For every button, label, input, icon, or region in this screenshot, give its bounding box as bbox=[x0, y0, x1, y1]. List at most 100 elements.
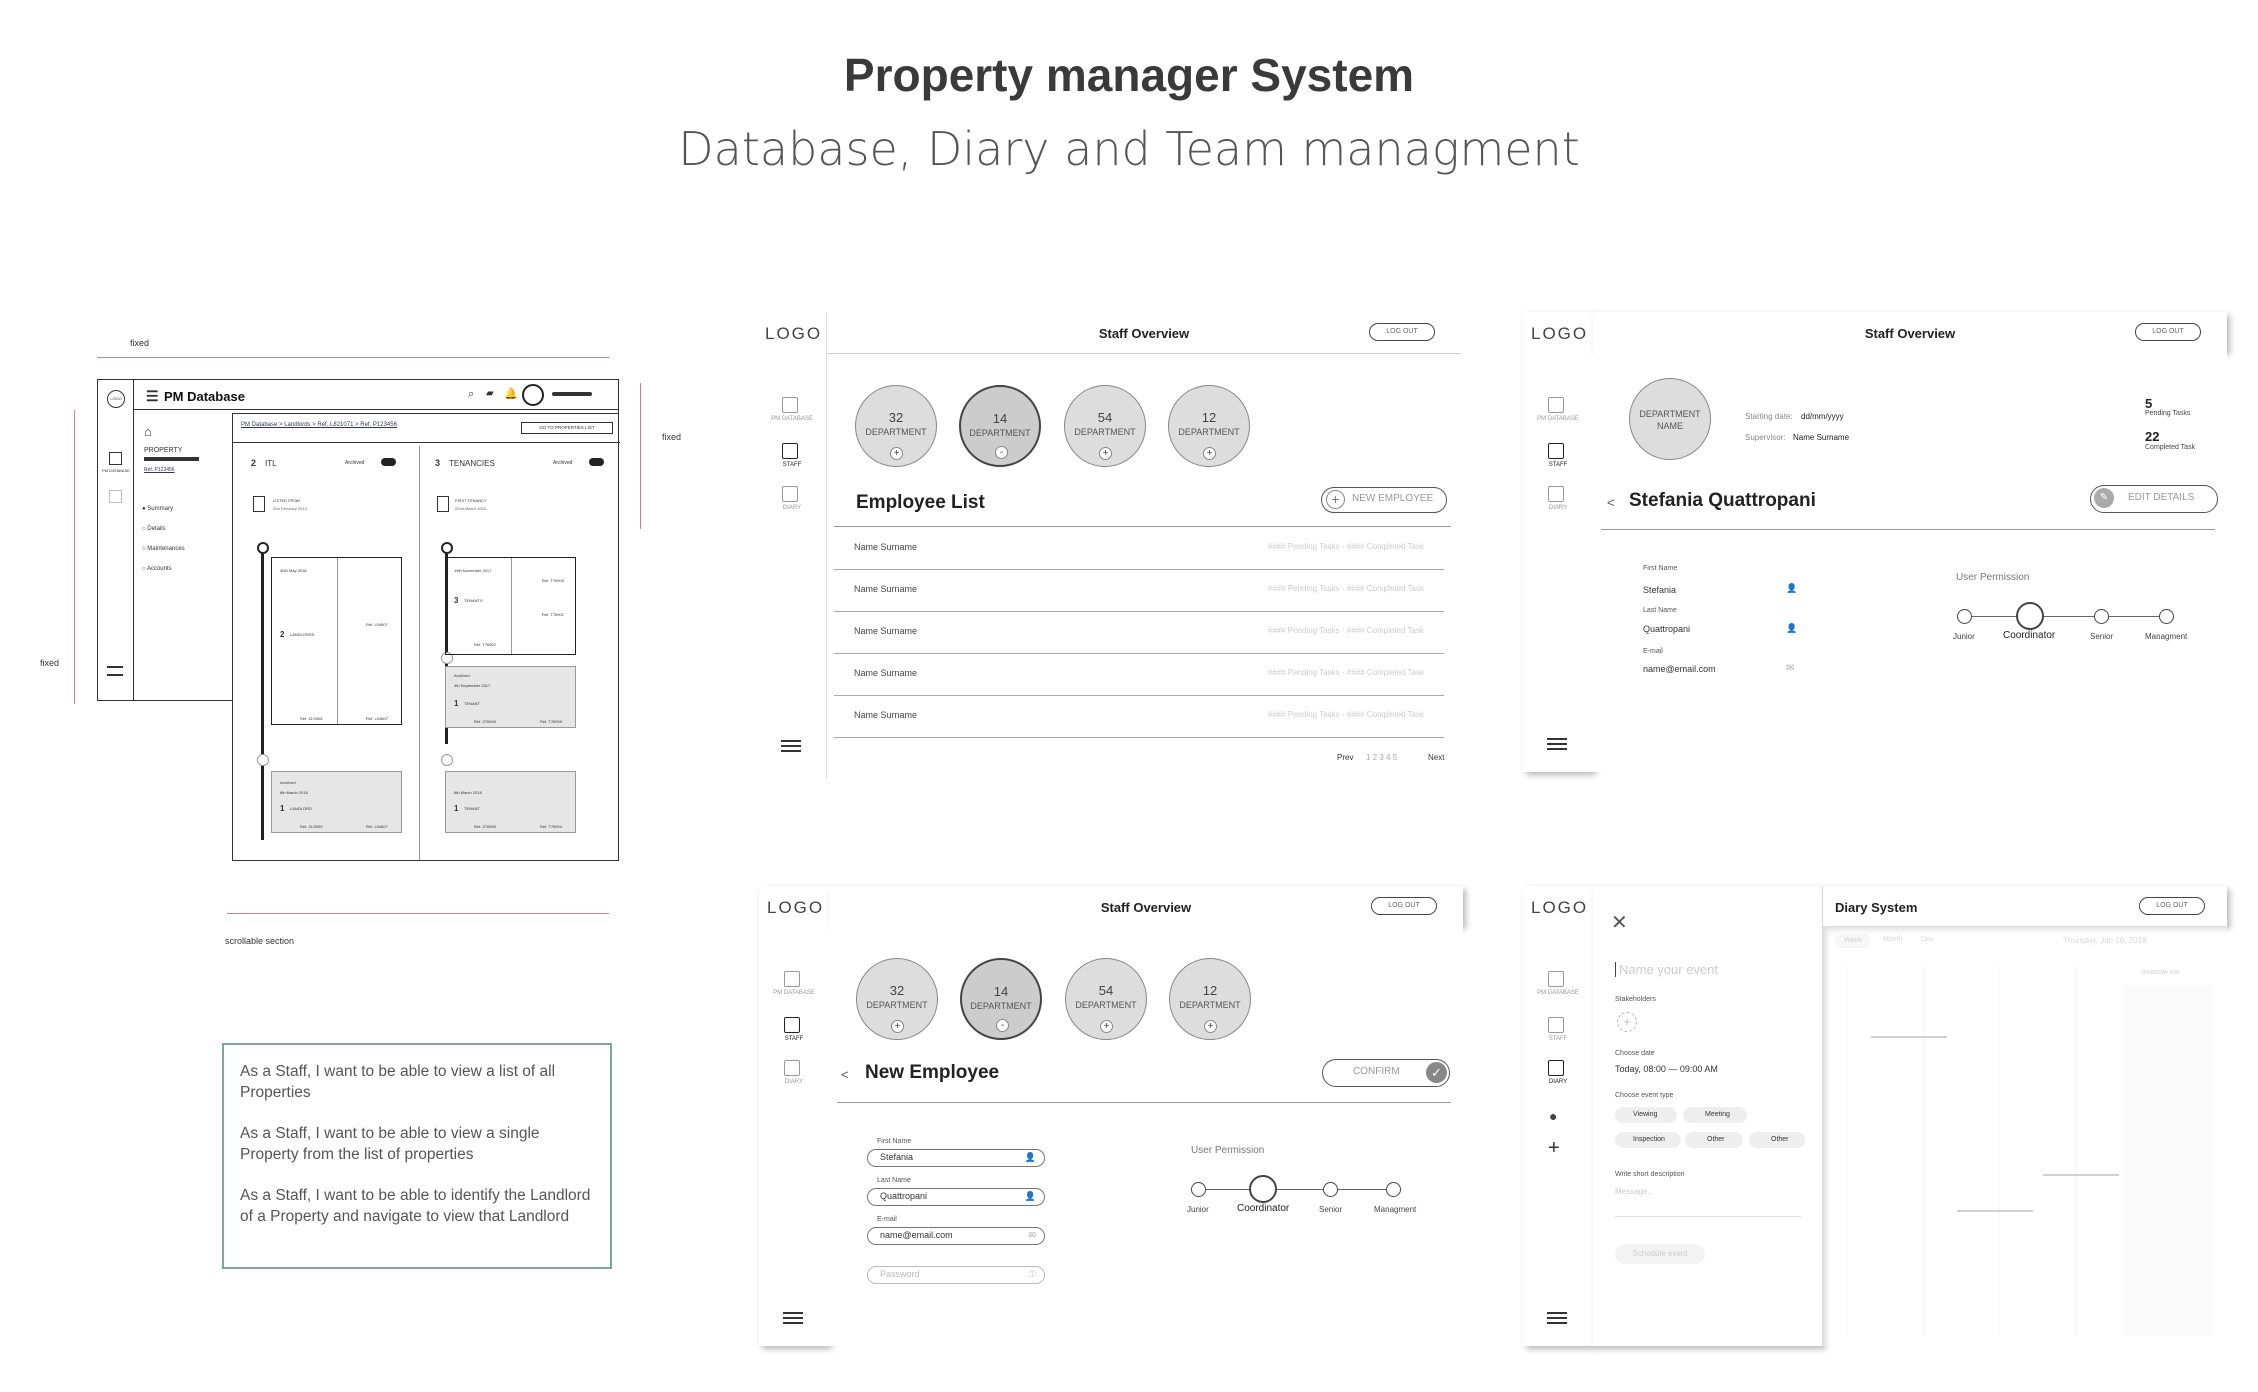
nav-diary[interactable]: DIARY bbox=[1523, 1079, 1593, 1085]
department-card[interactable]: 54 DEPARTMENT + bbox=[1064, 385, 1146, 467]
menu-icon[interactable] bbox=[781, 740, 801, 752]
avatar[interactable] bbox=[522, 384, 544, 406]
expand-icon[interactable]: + bbox=[1099, 447, 1112, 460]
nav-staff[interactable]: STAFF bbox=[1523, 1036, 1593, 1042]
event-name-input[interactable]: Name your event bbox=[1615, 962, 1795, 977]
confirm-button[interactable]: CONFIRM ✓ bbox=[1322, 1059, 1450, 1087]
permission-knob-selected[interactable] bbox=[1249, 1175, 1277, 1203]
add-icon[interactable]: + bbox=[1548, 1137, 1560, 1160]
menu-accounts[interactable]: ○ Accounts bbox=[142, 566, 232, 586]
department-card[interactable]: 12 DEPARTMENT + bbox=[1169, 958, 1251, 1040]
staff-icon[interactable] bbox=[1548, 443, 1564, 459]
pager-prev[interactable]: Prev bbox=[1337, 753, 1353, 762]
calendar-date[interactable]: Thursday, Jan 18, 2018 bbox=[2063, 936, 2146, 945]
edit-details-button[interactable]: ✎ EDIT DETAILS bbox=[2090, 485, 2218, 513]
expand-icon[interactable]: + bbox=[1203, 447, 1216, 460]
diary-icon[interactable] bbox=[784, 1060, 800, 1076]
logout-button[interactable]: LOG OUT bbox=[1369, 323, 1435, 341]
table-row[interactable]: Name Surname #### Pending Tasks · #### Co… bbox=[834, 528, 1444, 570]
expand-icon[interactable]: + bbox=[890, 447, 903, 460]
nav-pm-database[interactable]: PM DATABASE bbox=[1523, 990, 1593, 996]
pm-database-icon[interactable] bbox=[784, 971, 800, 987]
pm-database-icon[interactable] bbox=[782, 397, 798, 413]
back-icon[interactable]: < bbox=[841, 1067, 849, 1082]
back-icon[interactable]: < bbox=[1607, 495, 1615, 510]
pager-next[interactable]: Next bbox=[1428, 753, 1444, 762]
menu-icon[interactable] bbox=[107, 666, 123, 676]
tab-day[interactable]: Day bbox=[1921, 936, 1933, 943]
staff-icon[interactable] bbox=[1548, 1017, 1564, 1033]
staff-icon[interactable] bbox=[782, 443, 798, 459]
add-stakeholder-icon[interactable]: + bbox=[1617, 1012, 1637, 1032]
staff-nav-icon[interactable] bbox=[109, 490, 122, 503]
event-bar[interactable] bbox=[2043, 1174, 2119, 1176]
type-viewing[interactable]: Viewing bbox=[1615, 1107, 1677, 1123]
type-other[interactable]: Other bbox=[1685, 1132, 1743, 1148]
logout-button[interactable]: LOG OUT bbox=[2135, 323, 2201, 341]
pm-database-nav-icon[interactable] bbox=[109, 452, 122, 465]
nav-diary[interactable]: DIARY bbox=[759, 1079, 829, 1085]
department-card[interactable]: 32 DEPARTMENT + bbox=[856, 958, 938, 1040]
archived-toggle[interactable] bbox=[589, 458, 604, 466]
collapse-icon[interactable]: - bbox=[995, 446, 1008, 459]
staff-icon[interactable] bbox=[784, 1017, 800, 1033]
menu-details[interactable]: ○ Details bbox=[142, 526, 232, 546]
archived-tenant-card[interactable]: Archived 4th September 2017 1 TENANT Ref… bbox=[445, 666, 576, 728]
email-field[interactable]: name@email.com ✉ bbox=[867, 1227, 1045, 1245]
table-row[interactable]: Name Surname #### Pending Tasks · #### Co… bbox=[834, 696, 1444, 738]
tab-month[interactable]: Month bbox=[1883, 936, 1902, 943]
archived-tenant-card[interactable]: 6th March 2016 1 TENANT Ref. Z76909 Ref.… bbox=[445, 771, 576, 833]
diary-icon[interactable] bbox=[1548, 1060, 1564, 1076]
menu-summary[interactable]: ● Summary bbox=[142, 506, 232, 526]
type-meeting[interactable]: Meeting bbox=[1683, 1107, 1747, 1123]
menu-icon[interactable] bbox=[1547, 738, 1567, 750]
permission-knob[interactable] bbox=[1957, 609, 1972, 624]
permission-knob[interactable] bbox=[2159, 609, 2174, 624]
nav-pm-database[interactable]: PM DATABASE bbox=[1523, 416, 1593, 422]
department-card[interactable]: 14 DEPARTMENT - bbox=[959, 385, 1041, 467]
nav-staff[interactable]: STAFF bbox=[757, 462, 827, 468]
permission-knob-selected[interactable] bbox=[2016, 602, 2044, 630]
pager-pages[interactable]: 1 2 3 4 5 bbox=[1366, 753, 1397, 762]
schedule-button[interactable]: Schedule event bbox=[1615, 1244, 1705, 1264]
nav-staff[interactable]: STAFF bbox=[1523, 462, 1593, 468]
permission-knob[interactable] bbox=[1191, 1182, 1206, 1197]
notification-icon[interactable]: ● bbox=[1549, 1108, 1557, 1124]
permission-knob[interactable] bbox=[1323, 1182, 1338, 1197]
description-input[interactable]: Message... bbox=[1615, 1187, 1801, 1217]
nav-pm-database[interactable]: PM DATABASE bbox=[757, 416, 827, 422]
date-value[interactable]: Today, 08:00 — 09:00 AM bbox=[1615, 1064, 1718, 1074]
type-other-2[interactable]: Other bbox=[1749, 1132, 1805, 1148]
collapse-icon[interactable]: - bbox=[996, 1019, 1009, 1032]
last-name-field[interactable]: Quattropani 👤 bbox=[867, 1188, 1045, 1206]
department-card[interactable]: 32 DEPARTMENT + bbox=[855, 385, 937, 467]
pm-database-icon[interactable] bbox=[1548, 397, 1564, 413]
new-employee-button[interactable]: + NEW EMPLOYEE bbox=[1321, 487, 1447, 513]
menu-icon[interactable] bbox=[1547, 1312, 1567, 1324]
chart-icon[interactable]: ▰ bbox=[486, 388, 494, 399]
type-inspection[interactable]: Inspection bbox=[1615, 1132, 1681, 1148]
table-row[interactable]: Name Surname #### Pending Tasks · #### Co… bbox=[834, 654, 1444, 696]
close-icon[interactable]: ✕ bbox=[1611, 910, 1628, 935]
logout-button[interactable]: LOG OUT bbox=[2139, 897, 2205, 915]
nav-diary[interactable]: DIARY bbox=[757, 505, 827, 511]
archived-toggle[interactable] bbox=[381, 458, 396, 466]
menu-maintenances[interactable]: ○ Maintenances bbox=[142, 546, 232, 566]
department-card[interactable]: 54 DEPARTMENT + bbox=[1065, 958, 1147, 1040]
bell-icon[interactable]: 🔔 bbox=[504, 387, 518, 400]
nav-pm-database[interactable]: PM DATABASE bbox=[759, 990, 829, 996]
menu-icon[interactable] bbox=[783, 1312, 803, 1324]
permission-knob[interactable] bbox=[1386, 1182, 1401, 1197]
department-card[interactable]: 12 DEPARTMENT + bbox=[1168, 385, 1250, 467]
tab-week[interactable]: Week bbox=[1835, 934, 1871, 948]
diary-icon[interactable] bbox=[782, 486, 798, 502]
department-card[interactable]: 14 DEPARTMENT - bbox=[960, 958, 1042, 1040]
password-field[interactable]: Password ⚿ bbox=[867, 1266, 1045, 1284]
archived-landlord-card[interactable]: Archived 6th March 2016 1 LANDLORD Ref. … bbox=[271, 771, 402, 833]
table-row[interactable]: Name Surname #### Pending Tasks · #### Co… bbox=[834, 612, 1444, 654]
expand-icon[interactable]: + bbox=[1204, 1020, 1217, 1033]
expand-icon[interactable]: + bbox=[891, 1020, 904, 1033]
first-name-field[interactable]: Stefania 👤 bbox=[867, 1149, 1045, 1167]
expand-icon[interactable]: + bbox=[1100, 1020, 1113, 1033]
table-row[interactable]: Name Surname #### Pending Tasks · #### Co… bbox=[834, 570, 1444, 612]
